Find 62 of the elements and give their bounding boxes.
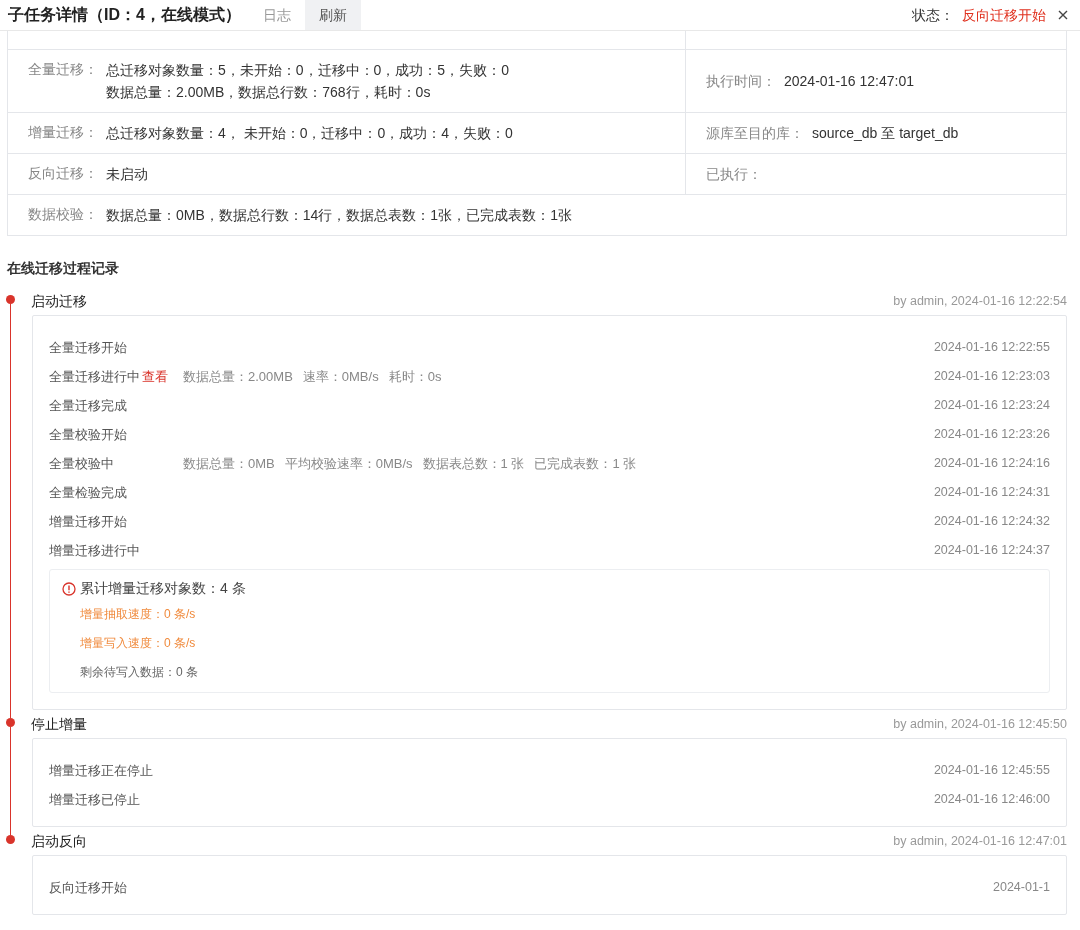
timestamp: 2024-01-16 12:24:16 xyxy=(933,455,1050,473)
event-meta: by admin, 2024-01-16 12:45:50 xyxy=(893,715,1067,733)
log-entry: 全量迁移完成 xyxy=(49,397,127,413)
event-title: 停止增量 xyxy=(31,714,87,734)
dialog-title: 子任务详情（ID：4，在线模式） xyxy=(8,5,241,25)
field-value: source_db 至 target_db xyxy=(812,124,959,143)
log-detail: 速率：0MB/s xyxy=(302,367,379,386)
timestamp: 2024-01-16 12:24:32 xyxy=(933,513,1050,531)
info-icon xyxy=(62,581,76,596)
field-value: 数据总量：0MB，数据总行数：14行，数据总表数：1张，已完成表数：1张 xyxy=(106,206,572,225)
section-title: 在线迁移过程记录 xyxy=(7,259,120,278)
summary-line: 增量抽取速度：0 条/s xyxy=(79,605,197,623)
log-entry: 全量迁移进行中 xyxy=(49,368,140,384)
log-entry: 反向迁移开始 xyxy=(49,879,127,895)
log-entry: 增量迁移已停止 xyxy=(49,791,140,807)
log-detail: 数据总量：2.00MB xyxy=(183,367,293,386)
field-value: 2024-01-16 12:47:01 xyxy=(784,72,914,91)
field-value: 未启动 xyxy=(106,165,148,184)
tab[interactable]: 刷新 xyxy=(304,0,361,30)
log-entry: 全量校验开始 xyxy=(49,426,127,442)
event-title: 启动迁移 xyxy=(31,291,87,311)
timestamp: 2024-01-16 12:24:31 xyxy=(933,484,1050,502)
status-label: 状态： xyxy=(912,5,954,25)
log-detail: 数据表总数：1 张 xyxy=(422,454,525,473)
status-value: 反向迁移开始 xyxy=(962,5,1046,25)
log-entry: 增量迁移正在停止 xyxy=(49,762,153,778)
summary-heading: 累计增量迁移对象数：4 条 xyxy=(80,579,246,598)
log-entry: 全量检验完成 xyxy=(49,484,127,500)
tab[interactable]: 日志 xyxy=(248,0,305,30)
field-label: 反向迁移： xyxy=(28,164,98,183)
summary-line: 剩余待写入数据：0 条 xyxy=(79,663,199,681)
timestamp: 2024-01-1 xyxy=(993,879,1050,897)
field-value: 总迁移对象数量：5，未开始：0，迁移中：0，成功：5，失败：0 xyxy=(106,61,509,80)
timestamp: 2024-01-16 12:45:55 xyxy=(933,762,1050,780)
log-entry: 全量迁移开始 xyxy=(49,339,127,355)
log-detail: 耗时：0s xyxy=(388,367,442,386)
timestamp: 2024-01-16 12:23:03 xyxy=(933,368,1050,386)
field-label: 源库至目的库： xyxy=(706,123,804,143)
log-detail: 平均校验速率：0MB/s xyxy=(284,454,413,473)
timestamp: 2024-01-16 12:23:26 xyxy=(933,426,1050,444)
field-label: 执行时间： xyxy=(706,71,776,91)
log-entry: 增量迁移进行中 xyxy=(49,542,140,558)
field-label: 全量迁移： xyxy=(28,60,98,79)
timestamp: 2024-01-16 12:23:24 xyxy=(933,397,1050,415)
field-value: 数据总量：2.00MB，数据总行数：768行，耗时：0s xyxy=(106,83,432,102)
log-detail: 数据总量：0MB xyxy=(183,454,275,473)
timestamp: 2024-01-16 12:22:55 xyxy=(933,339,1050,357)
close-icon[interactable] xyxy=(1058,10,1068,20)
view-link[interactable]: 查看 xyxy=(142,368,168,384)
log-detail: 已完成表数：1 张 xyxy=(534,454,637,473)
timestamp: 2024-01-16 12:24:37 xyxy=(933,542,1050,560)
event-meta: by admin, 2024-01-16 12:22:54 xyxy=(893,292,1067,310)
field-label: 增量迁移： xyxy=(28,123,98,142)
timestamp: 2024-01-16 12:46:00 xyxy=(933,791,1050,809)
field-label: 已执行： xyxy=(706,164,762,184)
field-label: 数据校验： xyxy=(28,205,98,224)
summary-line: 增量写入速度：0 条/s xyxy=(79,634,197,652)
field-value: 总迁移对象数量：4， 未开始：0，迁移中：0，成功：4，失败：0 xyxy=(106,124,513,143)
event-title: 启动反向 xyxy=(31,831,87,851)
log-entry: 增量迁移开始 xyxy=(49,513,127,529)
log-entry: 全量校验中 xyxy=(49,455,114,471)
event-meta: by admin, 2024-01-16 12:47:01 xyxy=(893,832,1067,850)
